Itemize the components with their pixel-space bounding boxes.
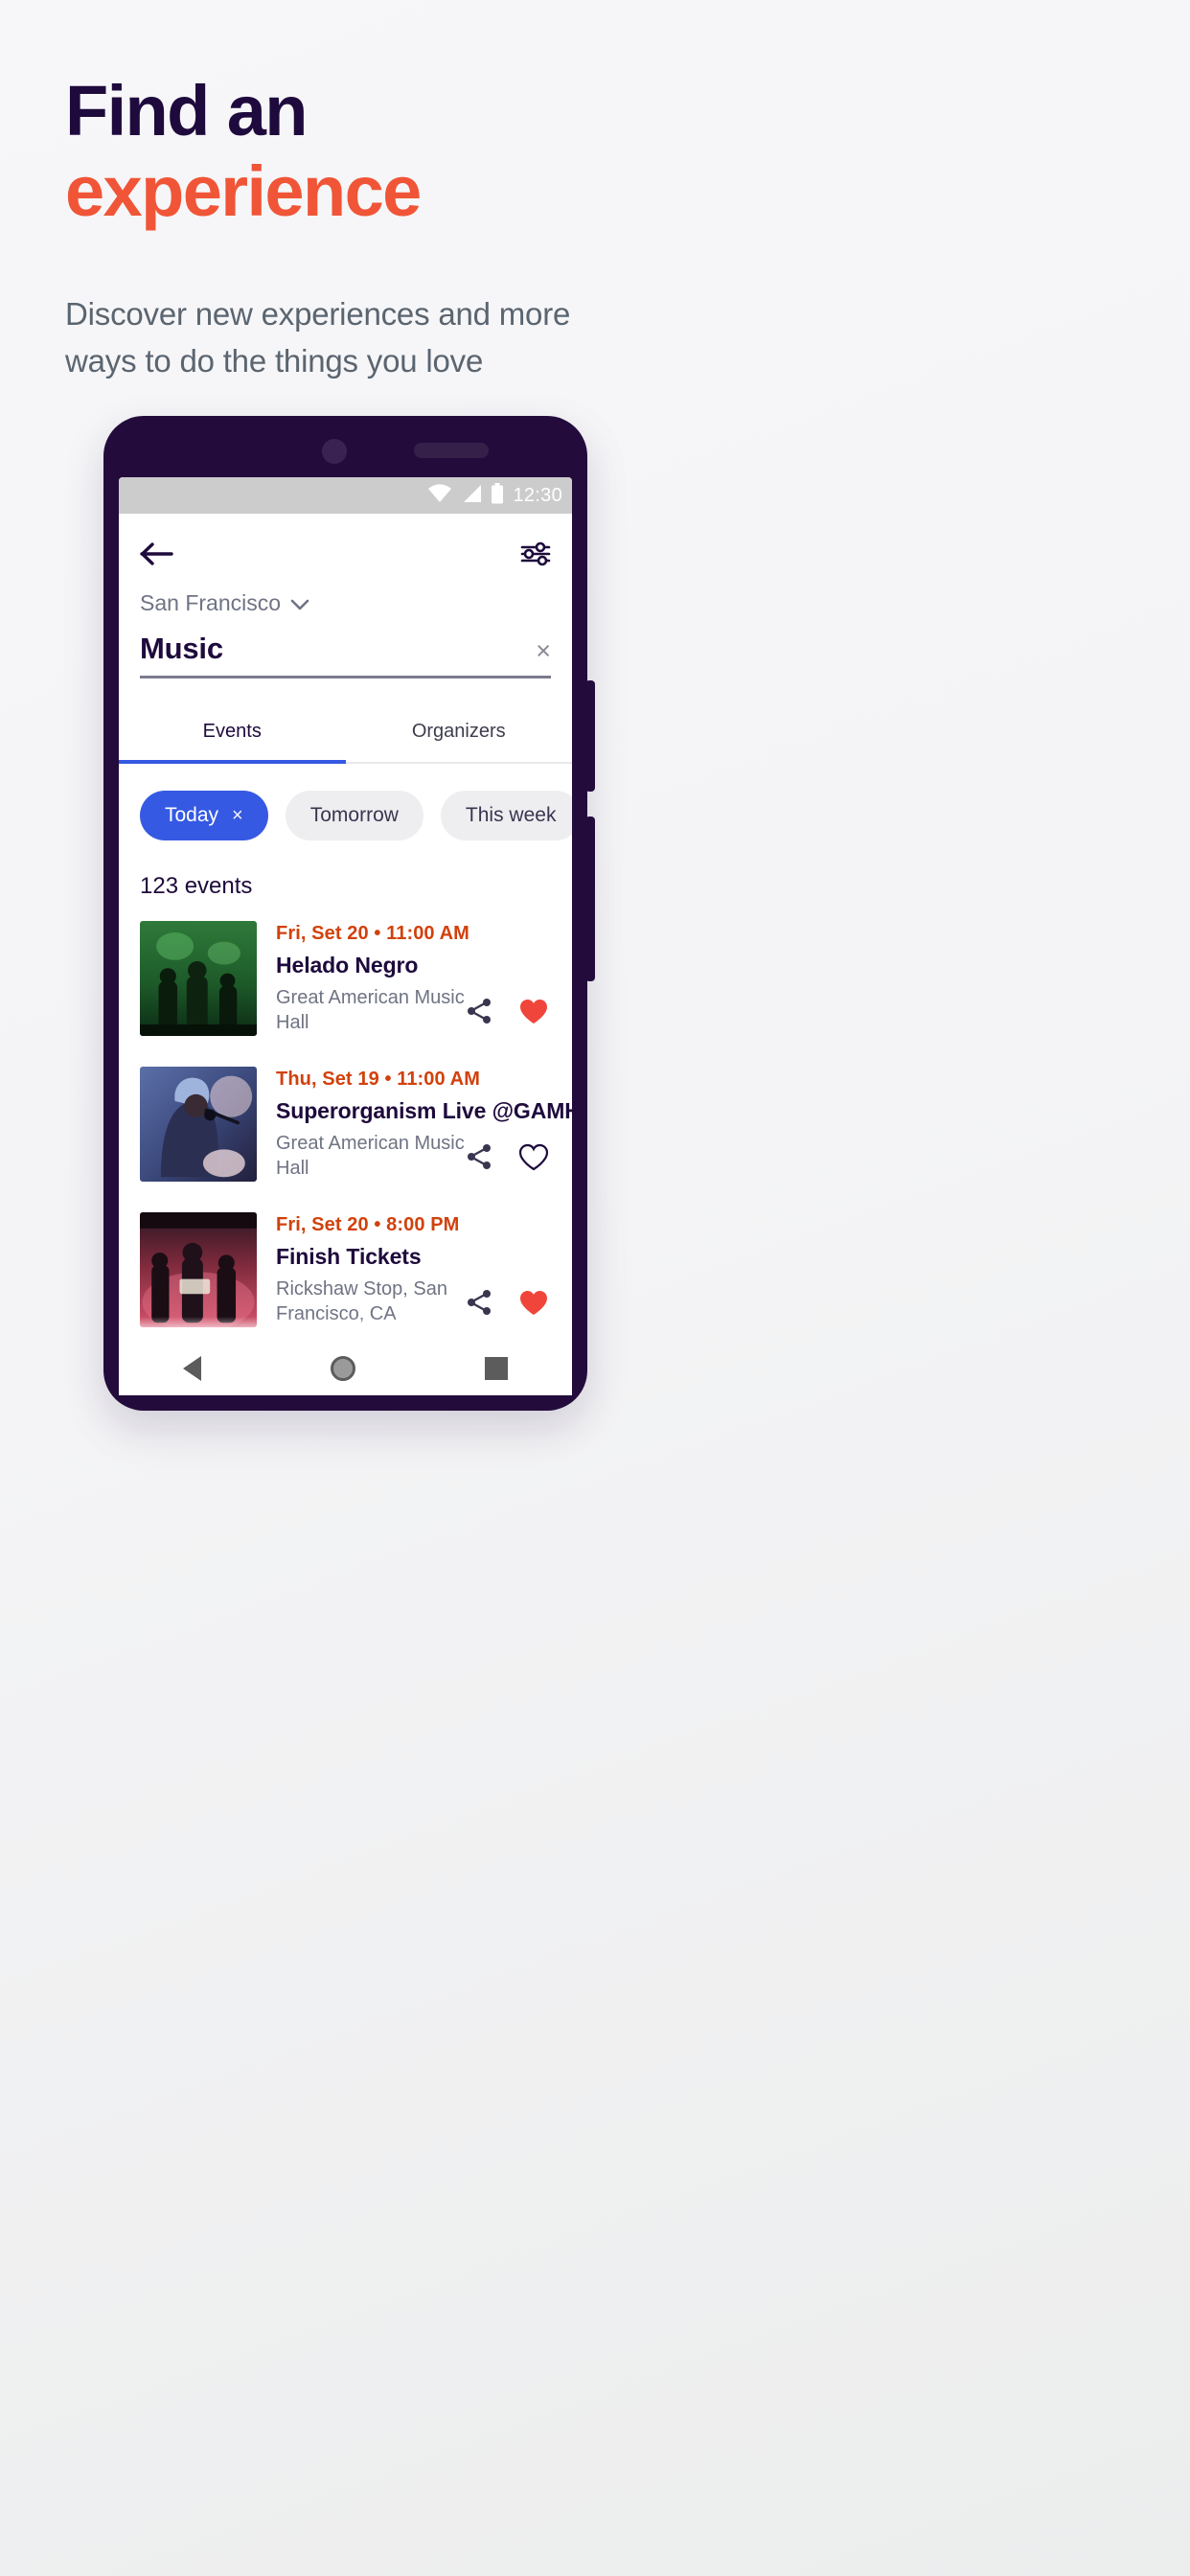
status-bar-clock: 12:30 [513,484,562,506]
volume-button[interactable] [585,680,595,792]
chip-dismiss-icon[interactable]: × [232,805,243,827]
search-field[interactable]: Music × [140,632,551,678]
share-icon[interactable] [465,1142,493,1176]
list-item[interactable]: Fri, Set 20 • 11:00 AM Helado Negro Grea… [140,911,551,1057]
event-title[interactable]: Helado Negro [276,953,551,978]
headline-line-2: experience [65,151,422,232]
clear-search-icon[interactable]: × [536,638,551,666]
battery-icon [491,482,504,509]
location-label: San Francisco [140,590,282,615]
filter-chip-row[interactable]: Today × Tomorrow This week [119,764,572,840]
event-venue: Great American Music Hall [276,1133,465,1180]
result-tabs: Events Organizers [119,705,572,764]
event-thumbnail [140,921,257,1036]
app-header: San Francisco Music × [119,514,572,678]
phone-mockup: 12:30 San Francisco Music × Events Organ… [103,416,595,1411]
event-actions [465,997,549,1030]
chip-label: Tomorrow [309,804,399,826]
arrow-left-icon[interactable] [140,540,174,572]
event-venue: Great American Music Hall [276,987,465,1034]
hero-subtitle: Discover new experiences and more ways t… [65,296,571,379]
event-date: Thu, Set 19 • 11:00 AM [276,1069,480,1090]
location-selector[interactable]: San Francisco [140,590,551,616]
heart-filled-icon[interactable] [518,1289,549,1322]
chevron-down-icon [290,590,309,616]
chip-label: This week [465,804,557,826]
event-date: Fri, Set 20 • 11:00 AM [276,923,469,944]
tab-organizers[interactable]: Organizers [345,705,572,764]
filter-chip-tomorrow[interactable]: Tomorrow [285,791,423,840]
tab-events[interactable]: Events [119,705,346,764]
signal-icon [461,484,482,508]
chip-label: Today [165,804,219,826]
list-item[interactable]: Fri, Set 20 • 8:00 PM Finish Tickets Ric… [140,1203,551,1348]
earpiece-speaker [414,443,489,458]
heart-outline-icon[interactable] [518,1143,549,1176]
filter-chip-this-week[interactable]: This week [440,791,572,840]
heart-filled-icon[interactable] [518,998,549,1030]
nav-back-icon[interactable] [183,1356,202,1381]
event-title[interactable]: Superorganism Live @GAMH [276,1098,572,1124]
filter-sliders-icon[interactable] [520,540,551,572]
search-input[interactable]: Music [140,632,223,666]
filter-chip-today[interactable]: Today × [140,791,268,840]
share-icon[interactable] [465,1288,493,1322]
nav-recents-icon[interactable] [484,1357,508,1380]
headline-line-1: Find an [65,71,308,150]
event-venue: Rickshaw Stop, San Francisco, CA [276,1278,447,1325]
event-title[interactable]: Finish Tickets [276,1244,551,1270]
event-actions [465,1142,549,1176]
event-thumbnail [140,1067,257,1182]
wifi-icon [427,483,452,508]
results-count: 123 events [119,840,572,911]
power-button[interactable] [585,816,595,981]
share-icon[interactable] [465,997,493,1030]
android-nav-bar [119,1342,572,1395]
event-list: Fri, Set 20 • 11:00 AM Helado Negro Grea… [119,911,572,1357]
status-bar: 12:30 [119,477,572,514]
hero-section: Find an experience Discover new experien… [0,0,1190,384]
front-camera-icon [322,439,347,464]
phone-screen: 12:30 San Francisco Music × Events Organ… [119,477,572,1357]
list-item[interactable]: Thu, Set 19 • 11:00 AM Superorganism Liv… [140,1057,572,1203]
event-date: Fri, Set 20 • 8:00 PM [276,1214,460,1235]
nav-home-icon[interactable] [330,1356,355,1381]
event-thumbnail [140,1212,257,1327]
page-title: Find an experience [65,71,1125,232]
event-actions [465,1288,549,1322]
